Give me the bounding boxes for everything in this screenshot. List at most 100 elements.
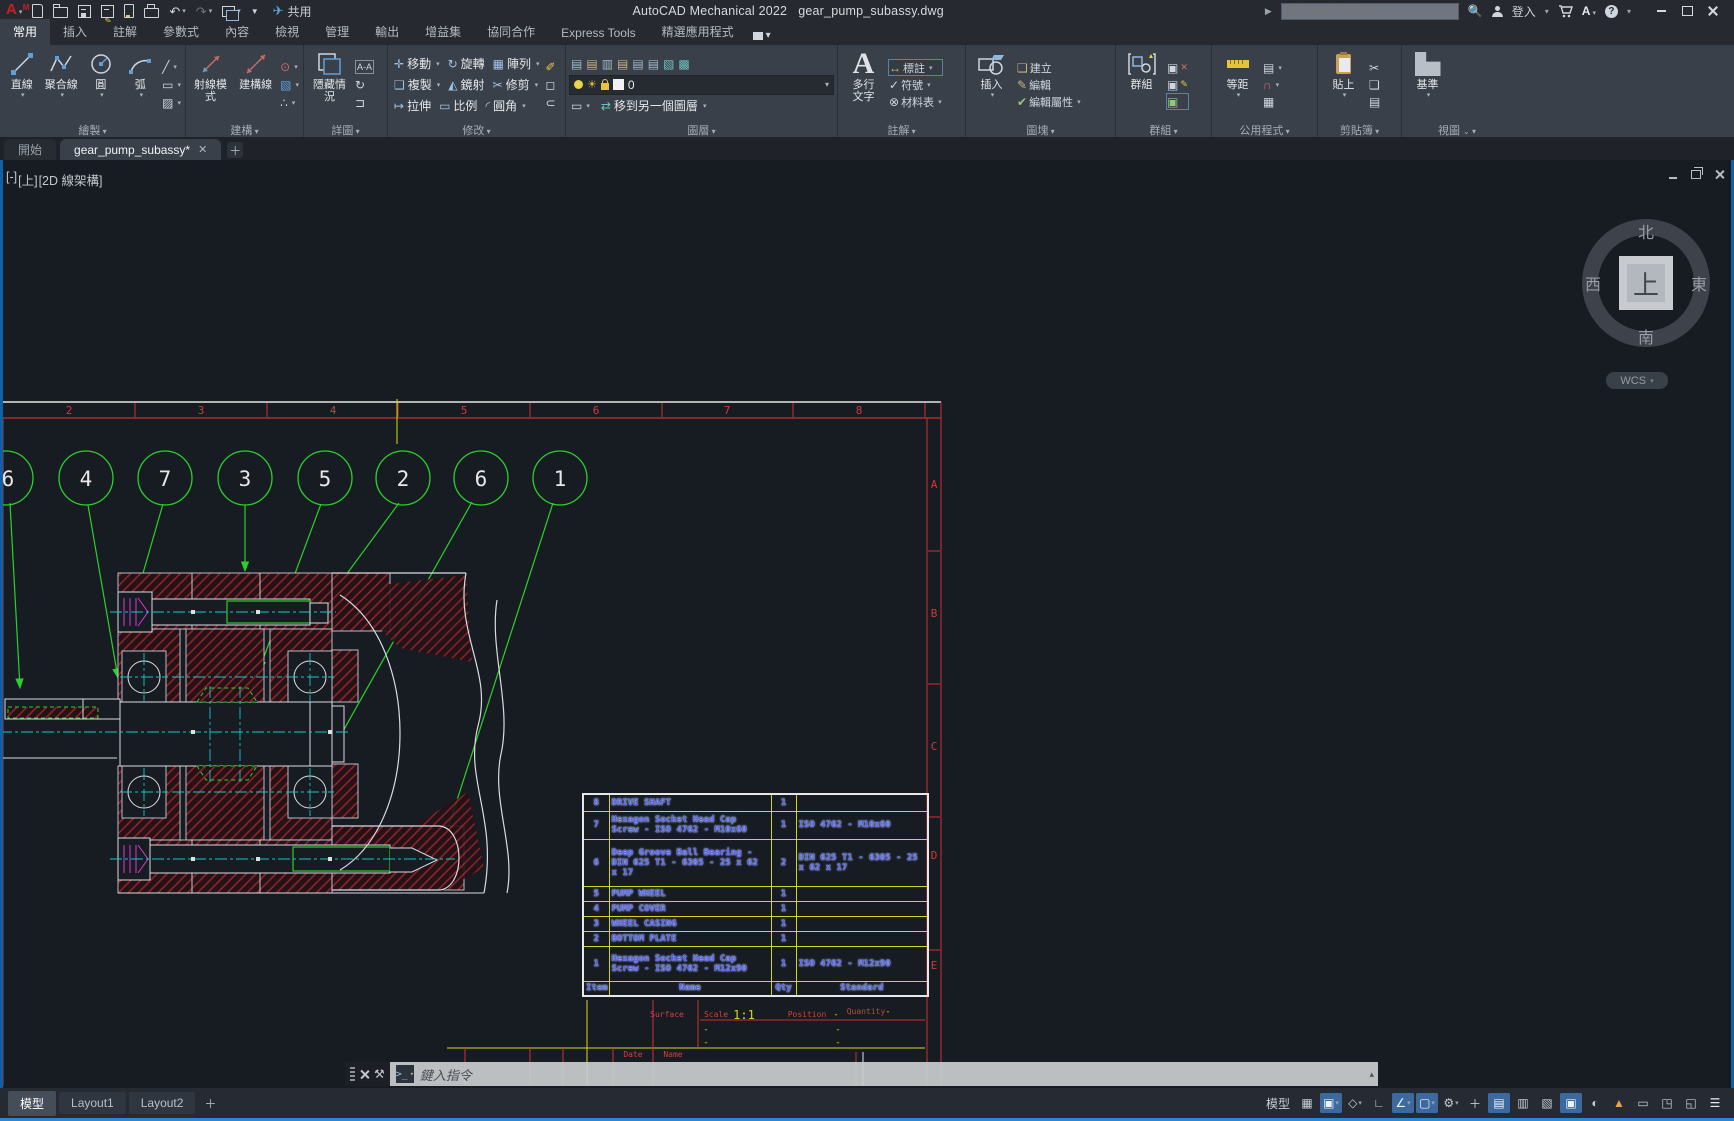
bom-row[interactable]: 4PUMP COVER 1 — [583, 901, 928, 916]
bom-row[interactable]: 8DRIVE SHAFT 1 — [583, 794, 928, 811]
panel-title-utilities[interactable]: 公用程式 — [1215, 122, 1314, 137]
quick-properties-icon[interactable]: ◳ — [1656, 1093, 1678, 1113]
panel-title-draw[interactable]: 繪製 — [3, 122, 182, 137]
bom-button[interactable]: ⊗材料表 — [889, 94, 942, 109]
selection-cycling-icon[interactable]: ＋ — [1464, 1093, 1486, 1113]
insert-block-button[interactable]: 插入 — [969, 47, 1014, 122]
panel-title-detail[interactable]: 詳圖 — [307, 122, 384, 137]
sign-in-button[interactable]: 登入 — [1512, 3, 1536, 20]
copy-clip-button[interactable]: ❏ — [1369, 77, 1380, 92]
tab-collaborate[interactable]: 協同合作 — [474, 19, 548, 45]
viewcube-west[interactable]: 西 — [1585, 271, 1601, 295]
doc-minimize-button[interactable] — [1669, 166, 1677, 184]
panel-collapse-icon[interactable]: ⌄ — [1463, 127, 1470, 136]
polyline-button[interactable]: 聚合線 — [43, 47, 81, 122]
arc-button[interactable]: 弧 — [122, 47, 160, 122]
panel-title-clipboard[interactable]: 剪貼簿 — [1321, 122, 1398, 137]
construction-hatch-button[interactable]: ▧ — [280, 77, 299, 92]
new-drawing-tab-button[interactable]: ＋ — [227, 142, 243, 158]
detail-circle-button[interactable]: ↻ — [355, 77, 374, 92]
transparency-icon[interactable]: ▥ — [1512, 1093, 1534, 1113]
panel-title-modify[interactable]: 修改 — [391, 122, 562, 137]
ortho-icon[interactable]: ∟ — [1368, 1093, 1390, 1113]
tab-home[interactable]: 常用 — [0, 19, 50, 45]
app-store-cart-icon[interactable] — [1558, 5, 1573, 18]
command-bar-close-icon[interactable] — [360, 1070, 369, 1079]
viewport-visual-style-button[interactable]: [2D 線架構] — [39, 170, 103, 189]
model-tab[interactable]: 模型 — [8, 1091, 56, 1116]
tab-featured-apps[interactable]: 精選應用程式 — [649, 19, 747, 45]
stretch-button[interactable]: ↦拉伸 — [391, 96, 434, 115]
tab-manage[interactable]: 管理 — [312, 19, 362, 45]
layout2-tab[interactable]: Layout2 — [129, 1092, 196, 1114]
bom-row[interactable]: 5PUMP WHEEL 1 — [583, 886, 928, 901]
bom-row[interactable]: 1Hexagon Socket Head Cap Screw - ISO 476… — [583, 946, 928, 981]
tab-view[interactable]: 檢視 — [262, 19, 312, 45]
panel-title-view[interactable]: 視圖 ⌄ — [1405, 122, 1509, 137]
maximize-button[interactable] — [1674, 1, 1700, 21]
scale-button[interactable]: ▭比例 — [436, 96, 480, 115]
panel-title-annotate[interactable]: 註解 — [841, 122, 962, 137]
tab-close-icon[interactable]: ✕ — [198, 143, 207, 156]
fillet-button[interactable]: ◜圓角 — [482, 96, 528, 115]
model-space-label[interactable]: 模型 — [1266, 1095, 1290, 1112]
edit-attributes-button[interactable]: ✔編輯屬性 — [1017, 94, 1081, 109]
object-snap-icon[interactable]: ▢ — [1416, 1093, 1438, 1113]
panel-title-groups[interactable]: 群組 — [1119, 122, 1208, 137]
paste-special-button[interactable]: ▤ — [1369, 94, 1380, 109]
customization-menu-icon[interactable]: ☰ — [1704, 1093, 1726, 1113]
construction-line-button[interactable]: 建構線 — [234, 47, 277, 122]
plot-button[interactable] — [144, 4, 159, 18]
units-icon[interactable]: ▭ — [1632, 1093, 1654, 1113]
center-circle-button[interactable]: ⊙ — [280, 59, 299, 74]
layer-properties-icon[interactable]: ▤ — [571, 58, 582, 70]
qat-customize-button[interactable]: ▼ — [251, 7, 259, 16]
tab-parametric[interactable]: 參數式 — [150, 19, 212, 45]
sign-in-caret[interactable]: ▾ — [1545, 7, 1549, 16]
erase-construction-button[interactable]: ∴ — [280, 95, 299, 110]
panel-title-block[interactable]: 圖塊 — [969, 122, 1112, 137]
bom-row[interactable]: 3WHEEL CASING 1 — [583, 916, 928, 931]
viewport-menu-button[interactable]: [-] — [6, 170, 17, 189]
rectangle-button[interactable]: ▭ — [162, 77, 181, 92]
command-input[interactable]: >_ 鍵入指令 — [390, 1062, 1366, 1086]
new-file-button[interactable] — [32, 4, 43, 18]
viewcube-south[interactable]: 南 — [1638, 324, 1654, 348]
save-button[interactable] — [78, 5, 91, 18]
join-button[interactable]: ⊂ — [546, 95, 556, 110]
open-file-button[interactable] — [53, 4, 68, 18]
command-bar-grip[interactable] — [350, 1067, 355, 1081]
command-prompt-icon[interactable]: >_ — [396, 1065, 414, 1083]
hide-situation-button[interactable]: 隱藏情況 — [307, 47, 352, 122]
section-view-button[interactable]: A-A — [355, 59, 374, 74]
viewcube-north[interactable]: 北 — [1638, 219, 1654, 243]
group-edit-button[interactable]: ▣✎ — [1167, 77, 1188, 92]
symbol-button[interactable]: ✓符號 — [889, 77, 942, 92]
command-bar-customize-icon[interactable]: ⚒ — [374, 1067, 385, 1081]
save-as-button[interactable] — [101, 5, 114, 18]
create-block-button[interactable]: ❏建立 — [1017, 60, 1081, 75]
move-to-layer-button[interactable]: ⇄ 移到另一個圖層 — [598, 98, 710, 114]
bom-row[interactable]: 6Deep Groove Ball Bearing - DIN 625 T1 -… — [583, 839, 928, 886]
bom-row[interactable]: 2BOTTOM PLATE 1 — [583, 931, 928, 946]
trim-button[interactable]: ✂修剪 — [490, 75, 542, 94]
balloons[interactable]: 6 4 7 3 5 2 6 1 — [0, 451, 587, 505]
app-menu-button[interactable]: AM — [6, 2, 22, 20]
undo-button[interactable]: ↶ — [169, 5, 185, 18]
command-history-expand-icon[interactable]: ▴ — [1365, 1062, 1378, 1086]
bom-row[interactable]: 7Hexagon Socket Head Cap Screw - ISO 476… — [583, 811, 928, 839]
copy-button[interactable]: ❏複製 — [391, 75, 443, 94]
dimension-button[interactable]: ↔標註 — [889, 60, 942, 75]
minimize-button[interactable] — [1648, 1, 1674, 21]
share-button[interactable]: ✈ 共用 — [273, 3, 312, 20]
autoscale-icon[interactable]: ◐ — [1584, 1093, 1606, 1113]
tab-insert[interactable]: 插入 — [50, 19, 100, 45]
help-icon[interactable]: ? — [1605, 5, 1618, 18]
drawing-area[interactable]: 2 3 4 5 6 7 8 A B C D E — [0, 160, 1734, 1088]
ray-mode-button[interactable]: 射線模式 — [189, 47, 232, 122]
annotation-warning-icon[interactable]: ▲ — [1608, 1093, 1630, 1113]
isolate-objects-icon[interactable]: ◱ — [1680, 1093, 1702, 1113]
tab-express-tools[interactable]: Express Tools — [548, 22, 648, 45]
hardware-accel-icon[interactable]: ▤ — [1488, 1093, 1510, 1113]
panel-title-construct[interactable]: 建構 — [189, 122, 300, 137]
